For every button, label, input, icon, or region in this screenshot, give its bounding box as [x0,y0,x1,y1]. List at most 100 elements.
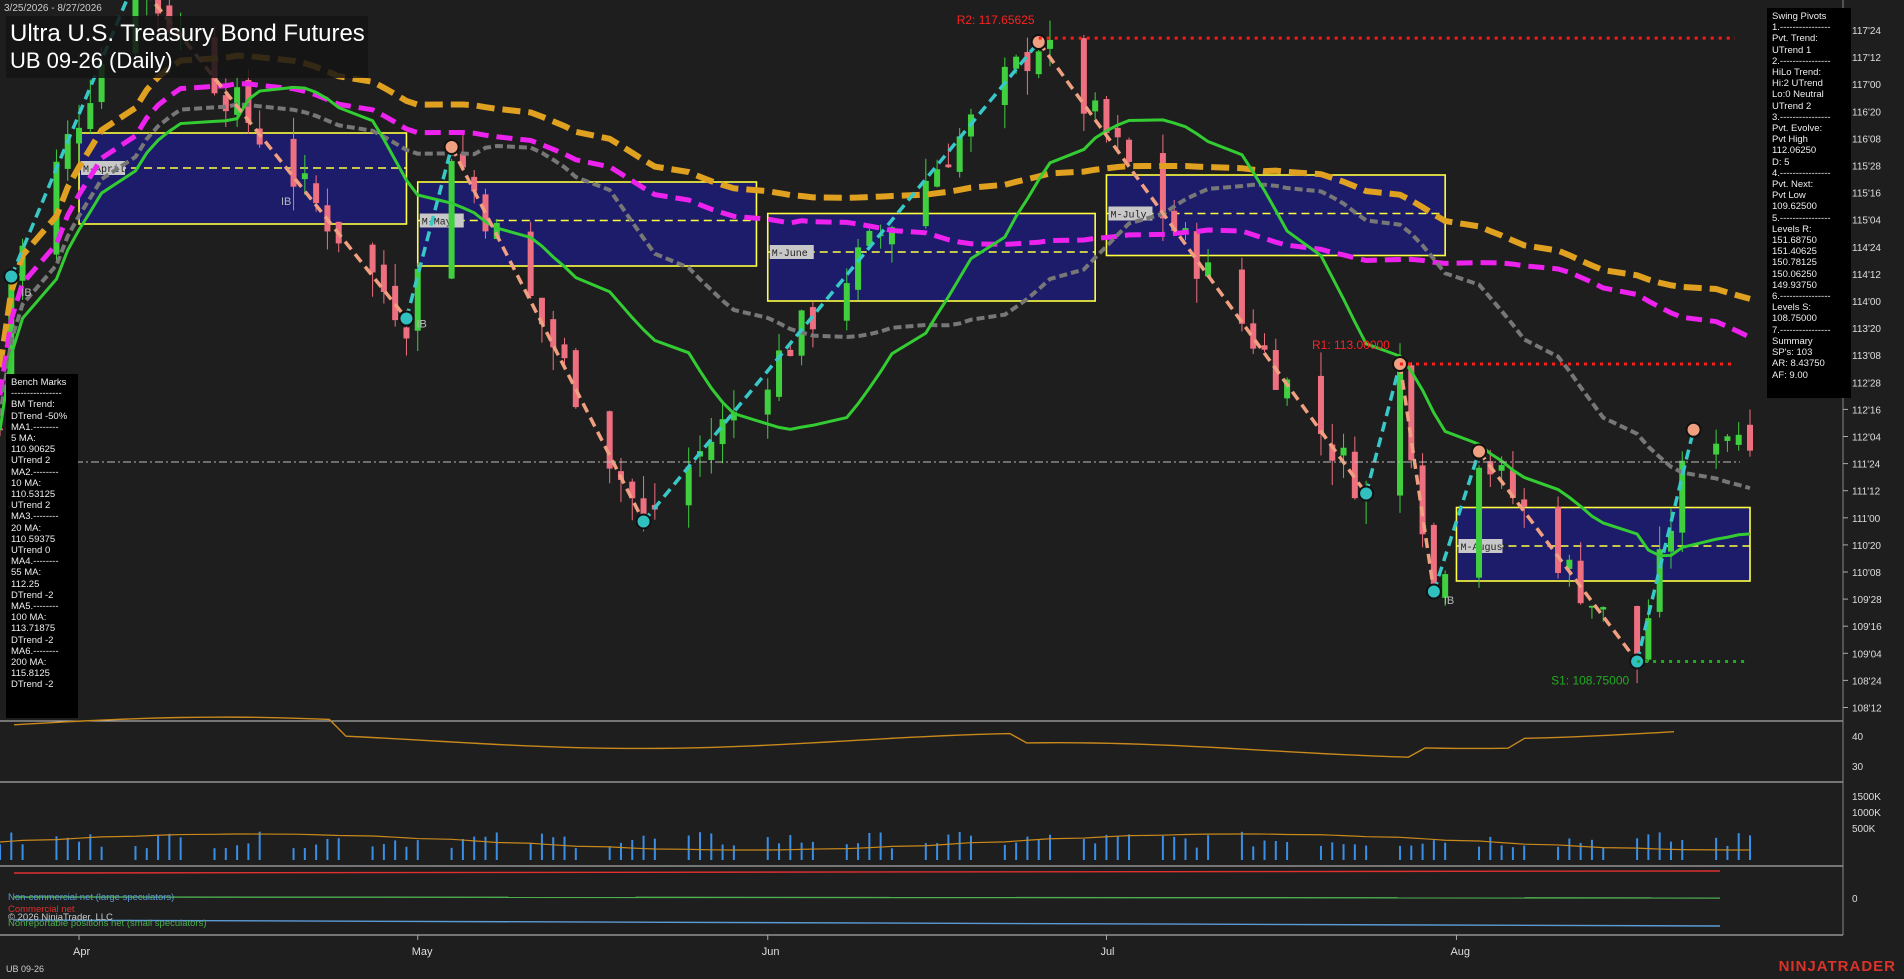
candle-body [572,350,579,408]
swing-pivot-line: 1.---------------- [1772,22,1831,34]
volume-group [0,831,1751,860]
value-area-label: M-May [422,218,452,229]
pivot-marker [1358,485,1375,502]
candle-body [606,411,613,469]
candle-body [1080,38,1087,114]
candle-body [1521,499,1528,507]
y-tick-label: 116'08 [1852,134,1881,145]
bench-mark-line: 110.53125 [11,489,56,501]
swing-pivot-line: Summary [1772,335,1813,347]
candle-body [550,319,557,348]
volume-tick-label: 500K [1852,824,1876,835]
instrument-title: Ultra U.S. Treasury Bond Futures [10,20,365,47]
y-tick-label: 111'00 [1852,514,1881,525]
candle-body [471,176,478,192]
value-area-box [78,132,408,225]
swing-pivot-line: 7.---------------- [1772,324,1831,336]
y-tick-label: 108'24 [1852,676,1882,687]
bench-mark-line: 112.25 [11,578,40,590]
swing-pivot-line: Pvt High [1772,134,1808,146]
oscillator-line [13,716,1675,758]
bench-mark-line: DTrend -50% [11,410,68,422]
zigzag-segment [1398,363,1436,592]
candle-body [380,264,387,293]
candle-body [1013,56,1020,69]
bench-mark-line: Bench Marks [11,377,67,388]
candle-body [1724,436,1731,441]
ib-label: IB [281,196,291,208]
ib-label: IB [1444,595,1454,607]
candle-body [527,231,534,296]
swing-pivot-line: AF: 9.00 [1772,369,1808,381]
bench-mark-line: MA6.-------- [11,645,59,657]
candle-body [1600,607,1607,610]
bench-mark-line: MA3.-------- [11,511,59,523]
candle-body [1024,51,1031,72]
bench-mark-line: 10 MA: [11,477,42,489]
candle-body [1250,323,1257,349]
y-tick-label: 114'24 [1852,243,1881,254]
bench-mark-line: UTrend 2 [11,455,51,467]
swing-pivot-line: Lo:0 Neutral [1772,89,1824,101]
candle-body [1205,262,1212,277]
bench-mark-line: DTrend -2 [11,679,54,691]
candle-body [403,327,410,339]
y-tick-label: 115'16 [1852,189,1881,200]
bench-mark-line: UTrend 2 [11,500,51,512]
candle-body [719,419,726,445]
bench-mark-line: 113.71875 [11,623,56,635]
swing-pivot-line: 6.---------------- [1772,291,1831,303]
bench-mark-line: 20 MA: [11,522,42,534]
noncommercial-line [13,919,1721,927]
pivot-marker [635,513,652,530]
volume-tick-label: 1000K [1852,808,1881,819]
bench-mark-line: MA2.-------- [11,466,59,478]
candle-body [1126,139,1133,162]
swing-pivot-line: Pvt. Trend: [1772,33,1818,45]
candle-body [855,247,862,290]
candle-body [1747,424,1753,451]
bench-mark-line: 55 MA: [11,567,42,579]
price-chart[interactable]: 117'24 117'12 117'00 116'20 116'08 115'28 115'… [0,0,1904,979]
y-tick-label: 110'08 [1852,568,1881,579]
candle-body [1476,467,1483,578]
value-area-box [416,181,758,267]
y-tick-label: 109'16 [1852,622,1882,633]
x-tick-label: Jul [1100,946,1114,958]
swing-pivot-line: 149.93750 [1772,279,1817,291]
candle-body [1735,434,1742,445]
y-tick-label: 113'20 [1852,324,1881,335]
candle-body [956,136,963,172]
candle-body [945,164,952,168]
volume-tick-label: 1500K [1852,792,1881,803]
zigzag-segment [1364,363,1402,494]
value-area-label: M-June [772,249,808,260]
nonreportable-line [13,896,1721,899]
r2-label: R2: 117.65625 [957,13,1035,27]
y-tick-label: 112'16 [1852,405,1881,416]
candle-body [787,349,794,356]
swing-pivot-line: 151.68750 [1772,235,1817,247]
y-tick-label: 114'12 [1852,270,1881,281]
swing-pivot-line: Pvt Low [1772,190,1806,202]
noncommercial-legend: Non-commercial net (large speculators) [8,892,175,903]
swing-pivot-line: 5.---------------- [1772,212,1831,224]
nonreportable-legend: Nonreportable positions net (small specu… [8,918,207,929]
candle-body [76,127,83,144]
candle-body [1035,51,1042,75]
swing-pivot-line: Pvt. Next: [1772,179,1814,191]
candle-body [934,169,941,187]
candle-body [1713,443,1720,455]
bench-mark-line: UTrend 0 [11,545,51,557]
candle-body [764,389,771,415]
candle-body [1114,127,1121,138]
pivot-marker [398,310,415,327]
y-tick-label: 117'00 [1852,80,1881,91]
swing-pivot-line: D: 5 [1772,156,1790,168]
swing-pivot-line: 2.---------------- [1772,55,1831,67]
swing-pivots-panel: Swing Pivots 1.---------------- Pvt. Trend… [1767,8,1851,398]
y-tick-label: 109'28 [1852,595,1882,606]
candle-body [1103,99,1110,134]
pivot-marker [3,268,20,285]
y-tick-label: 115'28 [1852,162,1881,173]
